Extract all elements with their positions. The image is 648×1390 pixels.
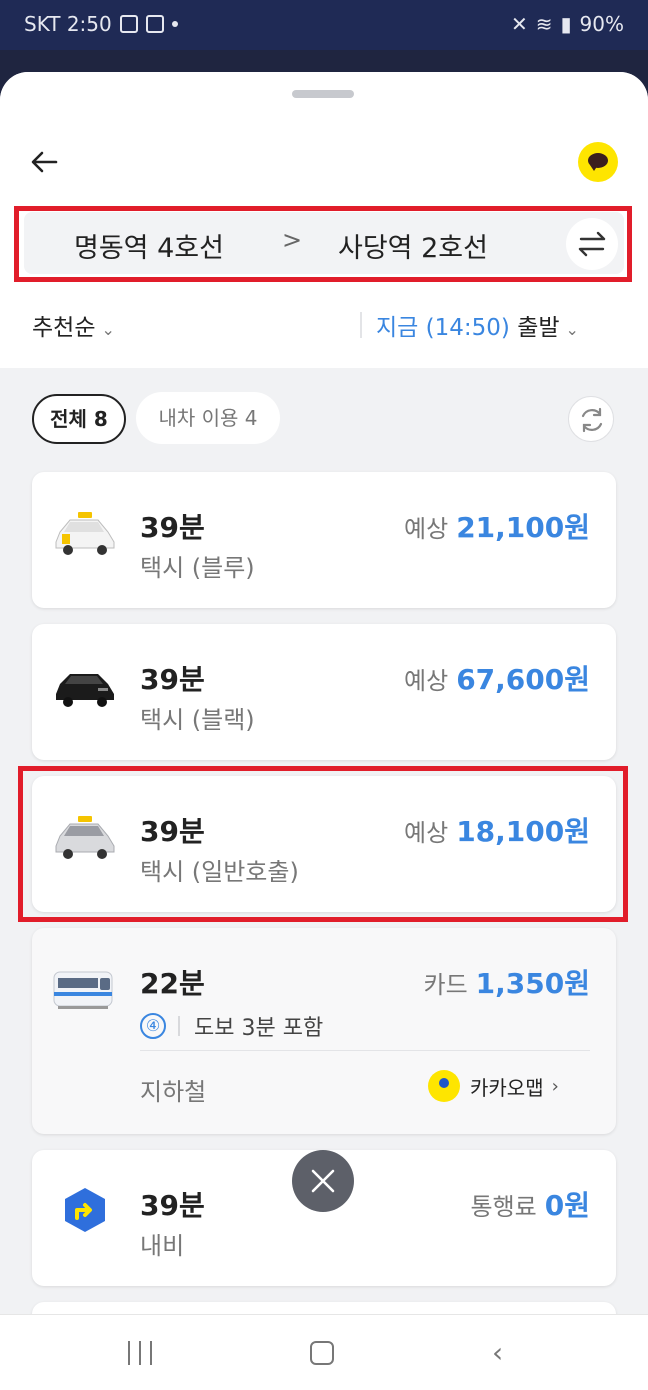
system-nav-bar: ‹ [0, 1314, 648, 1390]
taxi-black-icon [56, 674, 114, 707]
filter-my-car-chip[interactable]: 내차 이용 4 [136, 392, 280, 444]
refresh-button[interactable] [568, 396, 614, 442]
route-bar[interactable]: 명동역 4호선 > 사당역 2호선 [24, 212, 624, 274]
trip-type: 내비 [140, 1232, 185, 1260]
close-button[interactable] [292, 1150, 354, 1212]
price-amount: 67,600원 [456, 663, 590, 696]
price-label: 통행료 [470, 1193, 537, 1221]
trip-price: 예상 21,100원 [404, 506, 590, 546]
departure-time-dropdown[interactable]: 지금 (14:50) 출발 ⌄ [376, 308, 579, 342]
walk-time: 도보 3분 포함 [194, 1016, 324, 1041]
divider [360, 312, 362, 338]
filter-all-chip[interactable]: 전체 8 [32, 394, 126, 444]
arrow-left-icon [31, 151, 58, 173]
chevron-down-icon: ⌄ [565, 320, 579, 339]
trip-price: 예상 67,600원 [404, 658, 590, 698]
notification-dot-icon [171, 21, 178, 27]
departure-time: (14:50) [425, 315, 510, 341]
signal-icon: ▮ [560, 12, 572, 36]
trip-price: 통행료 0원 [471, 1184, 591, 1224]
trip-duration: 39분 [140, 663, 205, 696]
close-icon [311, 1169, 335, 1193]
edit-icon [145, 15, 164, 33]
price-amount: 18,100원 [456, 815, 590, 848]
subway-detail: ④ 도보 3분 포함 [140, 1010, 323, 1042]
recent-apps-button[interactable] [128, 1341, 152, 1365]
wifi-icon: ≋ [535, 12, 553, 36]
mute-icon: ✕ [511, 12, 528, 36]
trip-duration: 39분 [140, 815, 205, 848]
route-option-card[interactable]: 39분 택시 (블루) 예상 21,100원 [32, 472, 616, 608]
route-option-card[interactable]: 39분 택시 (일반호출) 예상 18,100원 [32, 776, 616, 912]
destination-station[interactable]: 사당역 2호선 [338, 226, 488, 265]
kakaotalk-share-button[interactable] [578, 142, 618, 182]
route-option-card[interactable]: 39분 택시 (블랙) 예상 67,600원 [32, 624, 616, 760]
trip-duration: 39분 [140, 511, 205, 544]
subway-icon [53, 971, 113, 1009]
price-amount: 21,100원 [456, 511, 590, 544]
drag-handle[interactable] [292, 90, 354, 98]
route-option-card[interactable]: 22분 ④ 도보 3분 포함 지하철 카카오맵 › 카드 1,350원 [32, 928, 616, 1134]
home-button[interactable] [310, 1341, 334, 1365]
divider [140, 1050, 590, 1051]
departure-now: 지금 [376, 315, 419, 341]
chevron-right-icon: > [282, 226, 303, 254]
price-label: 카드 [423, 971, 468, 999]
system-back-button[interactable]: ‹ [492, 1339, 503, 1367]
price-amount: 0원 [544, 1189, 590, 1222]
price-label: 예상 [404, 515, 449, 543]
navi-icon [65, 1188, 105, 1232]
taxi-blue-icon [55, 512, 115, 555]
chevron-down-icon: ⌄ [101, 320, 115, 339]
trip-type: 택시 (블랙) [140, 706, 255, 734]
swap-icon [578, 231, 606, 257]
trip-price: 카드 1,350원 [424, 962, 591, 1002]
refresh-icon [581, 407, 603, 433]
map-pin-icon [428, 1070, 460, 1102]
trip-type: 택시 (일반호출) [140, 858, 299, 886]
sort-dropdown[interactable]: 추천순 ⌄ [32, 308, 115, 342]
carrier-time: SKT 2:50 [24, 12, 112, 36]
trip-price: 예상 18,100원 [404, 810, 590, 850]
status-bar: SKT 2:50 ✕ ≋ ▮ 90% [0, 0, 648, 50]
trip-type: 택시 (블루) [140, 554, 255, 582]
open-kakaomap-button[interactable]: 카카오맵 › [428, 1066, 559, 1106]
trip-duration: 22분 [140, 967, 205, 1000]
origin-station[interactable]: 명동역 4호선 [74, 226, 224, 265]
swap-route-button[interactable] [566, 218, 618, 270]
chevron-right-icon: › [551, 1075, 559, 1097]
gallery-icon [119, 15, 138, 33]
price-label: 예상 [404, 667, 449, 695]
transit-mode: 지하철 [140, 1078, 207, 1106]
trip-duration: 39분 [140, 1189, 205, 1222]
battery-level: 90% [579, 12, 624, 36]
line-4-badge: ④ [140, 1013, 166, 1039]
departure-suffix: 출발 [517, 315, 560, 341]
back-button[interactable] [26, 142, 66, 182]
sort-label: 추천순 [32, 315, 96, 341]
price-label: 예상 [404, 819, 449, 847]
kakaomap-label: 카카오맵 [470, 1075, 544, 1100]
taxi-general-icon [55, 816, 115, 859]
price-amount: 1,350원 [475, 967, 590, 1000]
